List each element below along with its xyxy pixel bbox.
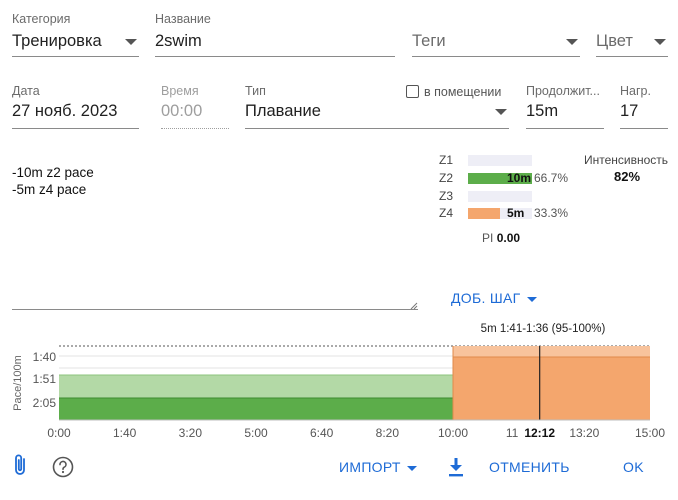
zone-time: 10m	[507, 171, 532, 185]
category-value: Тренировка	[12, 32, 102, 50]
intensity-label: Интенсивность	[584, 153, 669, 167]
add-step-button[interactable]: ДОБ. ШАГ	[451, 290, 537, 306]
y-tick-label: 1:40	[33, 350, 57, 364]
x-tick-label: 5:00	[244, 426, 268, 440]
color-placeholder: Цвет	[596, 32, 633, 50]
zone-label: Z2	[439, 171, 454, 185]
time-label: Время	[161, 84, 199, 98]
load-input[interactable]: Нагр. 17	[620, 84, 668, 130]
zone-bar-bg	[468, 155, 532, 166]
date-value: 27 нояб. 2023	[12, 102, 118, 120]
y-tick-label: 1:51	[33, 372, 57, 386]
cancel-button[interactable]: ОТМЕНИТЬ	[489, 459, 570, 475]
intensity-value: 82%	[614, 169, 641, 184]
category-underline	[12, 56, 139, 57]
chevron-down-icon	[406, 465, 417, 471]
import-label: ИМПОРТ	[339, 459, 401, 475]
x-tick-label: 6:40	[310, 426, 334, 440]
zone-row-z1: Z1	[439, 153, 579, 167]
download-icon[interactable]	[446, 456, 466, 478]
ok-button[interactable]: OK	[623, 459, 644, 475]
duration-label: Продолжит...	[526, 84, 600, 98]
y-axis-label: Pace/100m	[12, 355, 24, 411]
type-underline	[245, 128, 509, 129]
x-tick-label: 15:00	[635, 426, 665, 440]
x-tick-label: 13:20	[569, 426, 599, 440]
x-tick-label: 3:20	[179, 426, 203, 440]
workout-chart[interactable]: 5m 1:41-1:36 (95-100%) Pace/100m 1:40 1:51 2…	[0, 318, 678, 444]
zone-row-z2: Z2 10m 66.7%	[439, 171, 579, 185]
cancel-label: ОТМЕНИТЬ	[489, 459, 570, 475]
tags-select[interactable]: Теги	[412, 12, 580, 58]
load-label: Нагр.	[620, 84, 651, 98]
zone-percent: 33.3%	[534, 206, 569, 220]
zone-label: Z3	[439, 189, 454, 203]
notes-underline	[12, 309, 418, 310]
time-input[interactable]: Время 00:00	[161, 84, 229, 130]
notes-textarea[interactable]: -10m z2 pace -5m z4 pace	[12, 164, 94, 198]
x-tick-label: 1:40	[113, 426, 137, 440]
dialog-footer: ИМПОРТ ОТМЕНИТЬ OK	[0, 448, 678, 488]
color-underline	[596, 56, 668, 57]
load-value: 17	[620, 102, 639, 120]
notes-line-2: -5m z4 pace	[12, 182, 87, 197]
x-tick-label: 8:20	[376, 426, 400, 440]
zone-label: Z4	[439, 206, 454, 220]
pi-label: PI	[482, 231, 494, 245]
zone-row-z3: Z3	[439, 189, 579, 203]
name-label: Название	[155, 12, 211, 26]
date-input[interactable]: Дата 27 нояб. 2023	[12, 84, 139, 130]
duration-input[interactable]: Продолжит... 15m	[526, 84, 604, 130]
type-value: Плавание	[245, 102, 321, 120]
pi-value: 0.00	[496, 231, 521, 245]
tags-placeholder: Теги	[412, 32, 446, 50]
zone-bar-fill	[468, 208, 500, 219]
x-tick-label: 11	[506, 426, 519, 440]
ok-label: OK	[623, 459, 644, 475]
load-underline	[620, 128, 668, 129]
notes-line-1: -10m z2 pace	[12, 165, 94, 180]
x-tick-label: 0:00	[47, 426, 71, 440]
tags-underline	[412, 56, 580, 57]
name-underline	[155, 56, 395, 57]
step-bar-z4	[453, 357, 650, 420]
duration-underline	[526, 128, 604, 129]
chevron-down-icon	[566, 39, 578, 45]
import-button[interactable]: ИМПОРТ	[339, 459, 417, 475]
chevron-down-icon	[495, 109, 507, 115]
category-select[interactable]: Категория Тренировка	[12, 12, 139, 58]
add-step-label: ДОБ. ШАГ	[451, 290, 521, 306]
x-tick-label: 12:12	[524, 426, 555, 440]
color-select[interactable]: Цвет	[596, 12, 668, 58]
time-underline	[161, 128, 229, 129]
indoor-label: в помещении	[424, 85, 502, 99]
time-value: 00:00	[161, 102, 203, 120]
paperclip-icon[interactable]	[10, 454, 32, 478]
resize-handle-icon[interactable]	[410, 302, 418, 310]
pi-readout: PI 0.00	[482, 231, 520, 245]
date-label: Дата	[12, 84, 40, 98]
zone-percent: 66.7%	[534, 171, 569, 185]
duration-value: 15m	[526, 102, 559, 120]
zone-row-z4: Z4 5m 33.3%	[439, 206, 579, 220]
chevron-down-icon	[654, 39, 666, 45]
help-icon[interactable]	[52, 456, 74, 478]
type-label: Тип	[245, 84, 266, 98]
name-value: 2swim	[155, 32, 202, 50]
date-underline	[12, 128, 139, 129]
zone-time: 5m	[507, 206, 525, 220]
x-tick-label: 10:00	[438, 426, 468, 440]
chart-title: 5m 1:41-1:36 (95-100%)	[481, 323, 606, 335]
chevron-down-icon	[125, 39, 137, 45]
category-label: Категория	[12, 12, 71, 26]
chevron-down-icon	[526, 296, 537, 302]
zone-bar-bg	[468, 191, 532, 202]
name-input[interactable]: Название 2swim	[155, 12, 395, 58]
y-tick-label: 2:05	[33, 396, 57, 410]
zone-label: Z1	[439, 153, 454, 167]
indoor-checkbox[interactable]	[406, 85, 419, 98]
step-bar-z2	[59, 398, 453, 420]
